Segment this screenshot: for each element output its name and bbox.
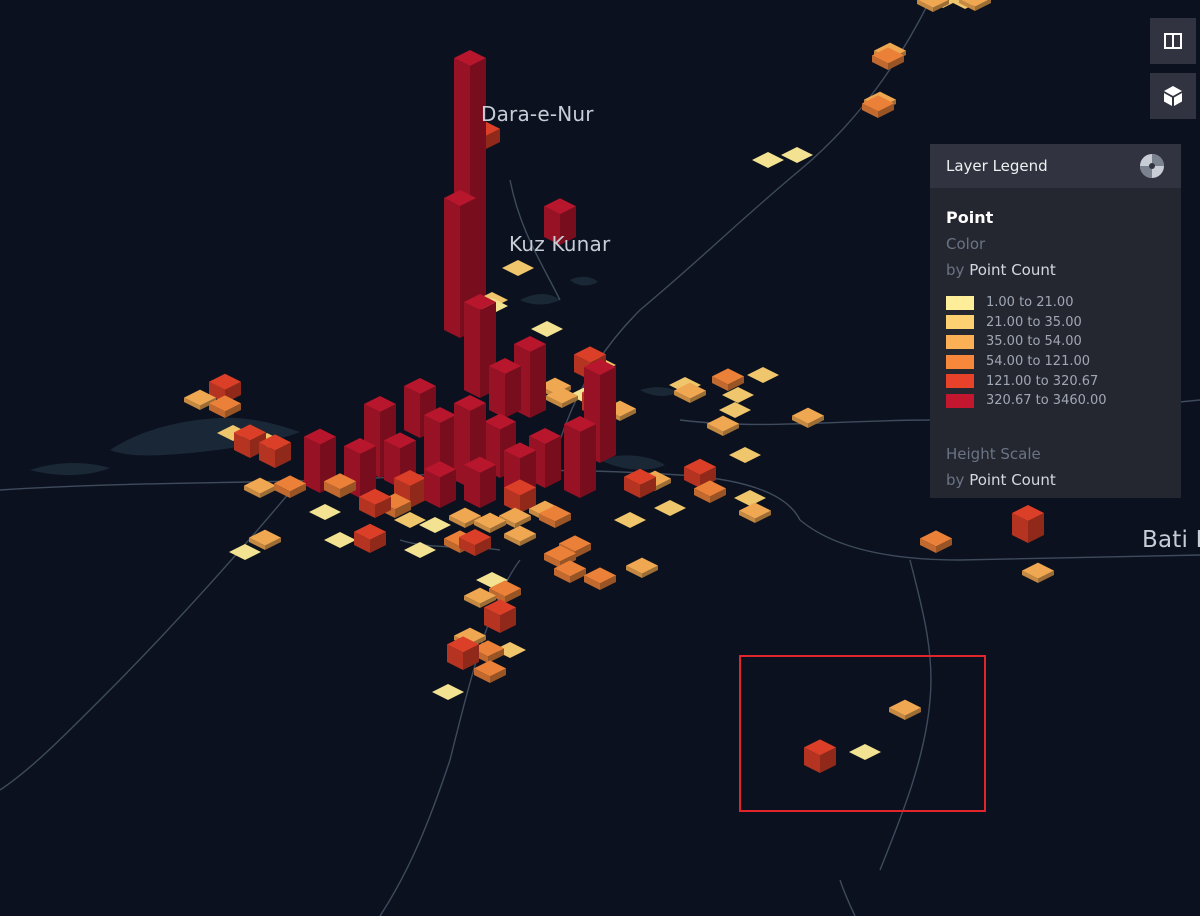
legend-header: Layer Legend <box>930 144 1181 188</box>
legend-layer-name: Point <box>946 208 994 227</box>
legend-color-swatch <box>946 374 974 389</box>
map-bin <box>1012 505 1044 543</box>
map-bin <box>489 358 521 418</box>
legend-range-label: 21.00 to 35.00 <box>986 314 1082 330</box>
legend-color-swatch <box>946 315 974 330</box>
legend-range-row: 35.00 to 54.00 <box>946 332 1165 352</box>
map-bin <box>464 456 496 508</box>
legend-color-ranges: 1.00 to 21.00 21.00 to 35.00 35.00 to 54.0… <box>946 293 1165 411</box>
legend-range-label: 320.67 to 3460.00 <box>986 393 1107 409</box>
legend-range-label: 121.00 to 320.67 <box>986 373 1099 389</box>
legend-height-label: Height Scale <box>946 444 1041 463</box>
legend-color-field-line: by Point Count <box>946 261 1165 279</box>
legend-range-row: 121.00 to 320.67 <box>946 371 1165 391</box>
highlight-selection-box <box>739 655 986 812</box>
legend-color-swatch <box>946 334 974 349</box>
split-map-icon <box>1164 33 1182 49</box>
legend-color-label: Color <box>946 235 986 253</box>
legend-height-by-word: by <box>946 470 965 489</box>
legend-range-label: 1.00 to 21.00 <box>986 295 1074 311</box>
legend-by-word: by <box>946 261 965 279</box>
legend-range-row: 21.00 to 35.00 <box>946 313 1165 333</box>
place-label-kuz-kunar: Kuz Kunar <box>509 232 611 256</box>
legend-range-row: 320.67 to 3460.00 <box>946 391 1165 411</box>
legend-color-swatch <box>946 393 974 408</box>
map-bin <box>424 461 456 508</box>
legend-color-swatch <box>946 295 974 310</box>
legend-range-row: 1.00 to 21.00 <box>946 293 1165 313</box>
legend-height-field-line: by Point Count <box>946 471 1165 489</box>
legend-title: Layer Legend <box>946 157 1048 175</box>
legend-color-swatch <box>946 354 974 369</box>
legend-range-label: 35.00 to 54.00 <box>986 334 1082 350</box>
place-label-dara-e-nur: Dara-e-Nur <box>481 102 594 126</box>
layer-legend-toggle-icon[interactable] <box>1139 153 1165 179</box>
3d-view-button[interactable] <box>1150 73 1196 119</box>
split-map-button[interactable] <box>1150 18 1196 64</box>
layer-legend-panel: Layer Legend Point Color by Point Count … <box>930 144 1181 498</box>
legend-color-field: Point Count <box>969 261 1056 279</box>
legend-range-label: 54.00 to 121.00 <box>986 354 1091 370</box>
map-bin <box>564 416 596 498</box>
legend-height-field: Point Count <box>969 470 1056 489</box>
place-label-bati-k: Bati K <box>1142 527 1200 553</box>
cube-3d-icon <box>1164 86 1182 106</box>
legend-range-row: 54.00 to 121.00 <box>946 352 1165 372</box>
